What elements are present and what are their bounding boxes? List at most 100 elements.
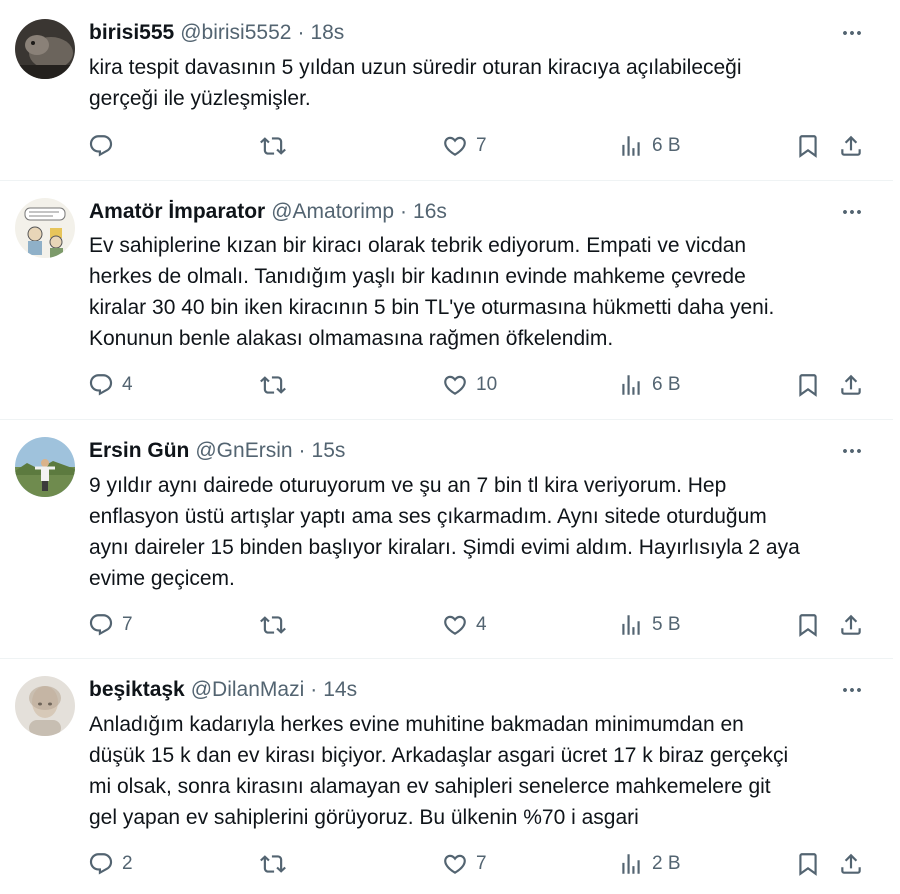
reply-button[interactable]: [88, 130, 122, 162]
like-button[interactable]: 7: [442, 130, 487, 162]
blurred-portrait-avatar-icon: [15, 676, 75, 736]
views-count: 5 B: [652, 614, 681, 635]
views-icon: [618, 612, 644, 638]
share-button[interactable]: [838, 369, 864, 401]
display-name[interactable]: birisi555: [89, 21, 174, 45]
bookmark-button[interactable]: [795, 848, 821, 880]
avatar[interactable]: [15, 19, 75, 79]
tweet-text-line: 9 yıldır aynı dairede oturuyorum ve şu a…: [89, 474, 727, 497]
tweet-text-line: herkes de olmalı. Tanıdığım yaşlı bir ka…: [89, 265, 746, 288]
retweet-button[interactable]: [260, 609, 294, 641]
timestamp[interactable]: 16s: [413, 200, 447, 224]
display-name[interactable]: beşiktaşk: [89, 678, 185, 702]
share-button[interactable]: [838, 609, 864, 641]
retweet-button[interactable]: [260, 130, 294, 162]
retweet-button[interactable]: [260, 848, 294, 880]
retweet-icon: [260, 133, 286, 159]
tweet[interactable]: Ersin Gün @GnErsin · 15s 9 yıldır aynı d…: [0, 420, 893, 658]
bookmark-icon: [795, 851, 821, 877]
tweet-header: Ersin Gün @GnErsin · 15s: [89, 437, 345, 465]
display-name[interactable]: Ersin Gün: [89, 439, 189, 463]
bookmark-button[interactable]: [795, 369, 821, 401]
more-options-button[interactable]: [835, 198, 869, 226]
tweet-text-line: kira tespit davasının 5 yıldan uzun süre…: [89, 56, 742, 79]
retweet-icon: [260, 851, 286, 877]
reply-button[interactable]: 2: [88, 848, 133, 880]
tweet-text: Ev sahiplerine kızan bir kiracı olarak t…: [89, 230, 879, 354]
display-name[interactable]: Amatör İmparator: [89, 200, 265, 224]
views-button[interactable]: 2 B: [618, 848, 681, 880]
tweet-text-line: Anladığım kadarıyla herkes evine muhitin…: [89, 713, 744, 736]
views-count: 6 B: [652, 135, 681, 156]
user-handle[interactable]: @GnErsin: [195, 439, 292, 463]
tweet-text-line: Ev sahiplerine kızan bir kiracı olarak t…: [89, 234, 747, 257]
like-icon: [442, 851, 468, 877]
more-options-button[interactable]: [835, 437, 869, 465]
views-button[interactable]: 6 B: [618, 369, 681, 401]
bookmark-icon: [795, 372, 821, 398]
like-button[interactable]: 10: [442, 369, 497, 401]
tweet-feed: birisi555 @birisi5552 · 18s kira tespit …: [0, 0, 893, 894]
reply-button[interactable]: 7: [88, 609, 133, 641]
separator-dot: ·: [310, 678, 318, 701]
timestamp[interactable]: 14s: [323, 678, 357, 702]
share-icon: [838, 372, 864, 398]
avatar[interactable]: [15, 676, 75, 736]
tweet[interactable]: birisi555 @birisi5552 · 18s kira tespit …: [0, 0, 893, 180]
reply-icon: [88, 851, 114, 877]
share-icon: [838, 612, 864, 638]
bookmark-button[interactable]: [795, 130, 821, 162]
tweet[interactable]: beşiktaşk @DilanMazi · 14s Anladığım kad…: [0, 659, 893, 894]
like-icon: [442, 372, 468, 398]
reply-icon: [88, 612, 114, 638]
bookmark-button[interactable]: [795, 609, 821, 641]
tweet-text-line: gel yapan ev sahiplerini görüyoruz. Bu ü…: [89, 806, 639, 829]
views-icon: [618, 133, 644, 159]
reply-button[interactable]: 4: [88, 369, 133, 401]
retweet-icon: [260, 372, 286, 398]
bookmark-icon: [795, 612, 821, 638]
like-button[interactable]: 4: [442, 609, 487, 641]
cartoon-avatar-icon: [15, 198, 75, 258]
user-handle[interactable]: @Amatorimp: [271, 200, 394, 224]
tweet-header: Amatör İmparator @Amatorimp · 16s: [89, 198, 447, 226]
like-icon: [442, 133, 468, 159]
tweet[interactable]: Amatör İmparator @Amatorimp · 16s Ev sah…: [0, 181, 893, 419]
avatar[interactable]: [15, 198, 75, 258]
tweet-text: kira tespit davasının 5 yıldan uzun süre…: [89, 52, 879, 114]
user-handle[interactable]: @birisi5552: [180, 21, 291, 45]
reply-icon: [88, 372, 114, 398]
more-options-button[interactable]: [835, 19, 869, 47]
user-handle[interactable]: @DilanMazi: [191, 678, 305, 702]
views-icon: [618, 372, 644, 398]
separator-dot: ·: [297, 21, 305, 44]
views-button[interactable]: 6 B: [618, 130, 681, 162]
share-button[interactable]: [838, 130, 864, 162]
separator-dot: ·: [298, 439, 306, 462]
separator-dot: ·: [400, 200, 408, 223]
views-count: 2 B: [652, 853, 681, 874]
reply-count: 4: [122, 374, 133, 395]
retweet-icon: [260, 612, 286, 638]
share-button[interactable]: [838, 848, 864, 880]
views-count: 6 B: [652, 374, 681, 395]
more-options-button[interactable]: [835, 676, 869, 704]
like-count: 7: [476, 853, 487, 874]
timestamp[interactable]: 18s: [310, 21, 344, 45]
timestamp[interactable]: 15s: [312, 439, 346, 463]
tweet-text-line: kiralar 30 40 bin iken kiracının 5 bin T…: [89, 296, 775, 319]
tweet-text-line: enflasyon üstü artışlar yaptı ama ses çı…: [89, 505, 767, 528]
tweet-actions: 7 6 B: [88, 130, 868, 162]
bookmark-icon: [795, 133, 821, 159]
like-button[interactable]: 7: [442, 848, 487, 880]
share-icon: [838, 133, 864, 159]
avatar[interactable]: [15, 437, 75, 497]
more-icon: [840, 678, 864, 702]
views-icon: [618, 851, 644, 877]
tweet-header: birisi555 @birisi5552 · 18s: [89, 19, 344, 47]
tweet-header: beşiktaşk @DilanMazi · 14s: [89, 676, 357, 704]
like-count: 4: [476, 614, 487, 635]
retweet-button[interactable]: [260, 369, 294, 401]
views-button[interactable]: 5 B: [618, 609, 681, 641]
tweet-actions: 7 4 5 B: [88, 609, 868, 641]
